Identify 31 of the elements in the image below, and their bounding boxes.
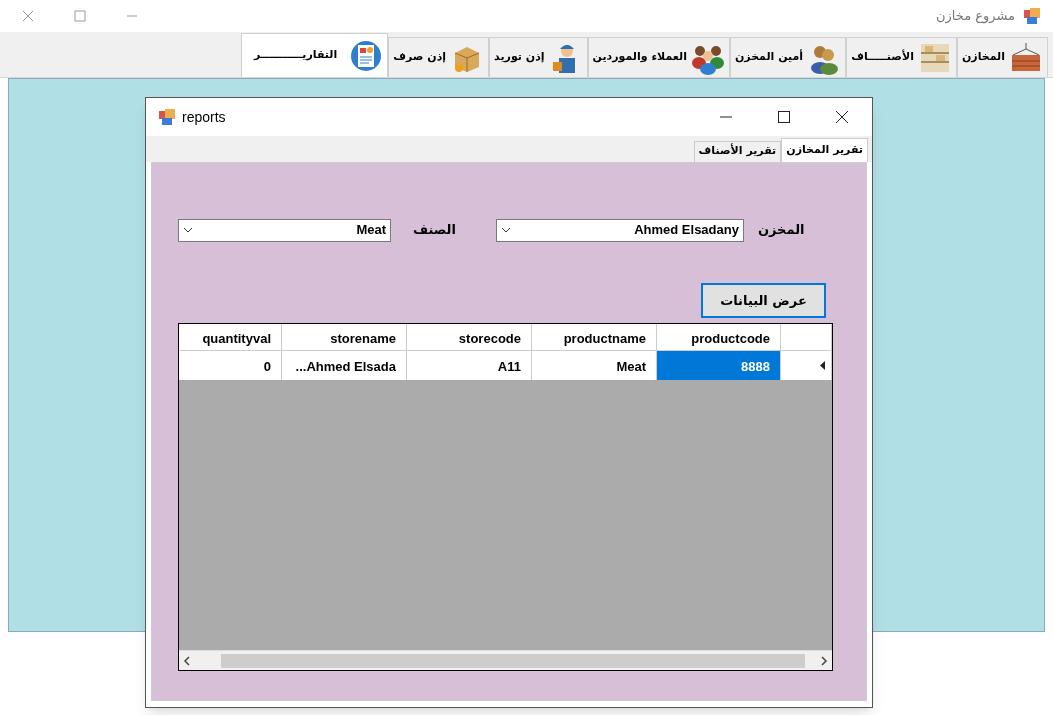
- window-title: مشروع مخازن: [935, 7, 1015, 26]
- scrollbar-thumb[interactable]: [221, 653, 805, 668]
- item-label: الصنف: [413, 221, 456, 240]
- tab[interactable]: العملاء والموردين: [587, 37, 730, 77]
- app-icon: [158, 108, 176, 126]
- show-data-button[interactable]: عرض البيانات: [701, 283, 826, 318]
- current-row-icon: [820, 361, 825, 370]
- store-dropdown[interactable]: Ahmed Elsadany: [495, 218, 744, 242]
- maximize-icon[interactable]: [778, 111, 790, 123]
- tab[interactable]: أمين المخزن: [729, 37, 847, 77]
- combo-value: Ahmed Elsadany: [634, 221, 739, 240]
- store-label: المخزن: [757, 221, 805, 240]
- scroll-right-icon[interactable]: [820, 655, 828, 666]
- report-icon: [349, 38, 384, 73]
- combo-value: Meat: [356, 221, 386, 240]
- chevron-down-icon: [183, 227, 193, 233]
- chevron-down-icon: [500, 227, 511, 233]
- tab[interactable]: المخازن: [956, 37, 1048, 77]
- window-title: reports: [182, 107, 226, 127]
- tab[interactable]: تقرير المخازن: [781, 138, 868, 162]
- table-cell[interactable]: 8888: [657, 351, 781, 380]
- close-icon[interactable]: [836, 111, 848, 123]
- app-icon: [1023, 7, 1041, 25]
- tab[interactable]: إذن صرف: [388, 37, 490, 77]
- tab[interactable]: الأصنـــــاف: [846, 37, 957, 77]
- horizontal-scrollbar[interactable]: [179, 650, 832, 670]
- item-dropdown[interactable]: Meat: [178, 218, 391, 242]
- tab[interactable]: تقرير الأصناف: [693, 141, 782, 162]
- scroll-left-icon[interactable]: [183, 655, 191, 666]
- tab[interactable]: إذن توريد: [489, 37, 588, 77]
- tab[interactable]: التقاريـــــــــــر: [241, 33, 389, 77]
